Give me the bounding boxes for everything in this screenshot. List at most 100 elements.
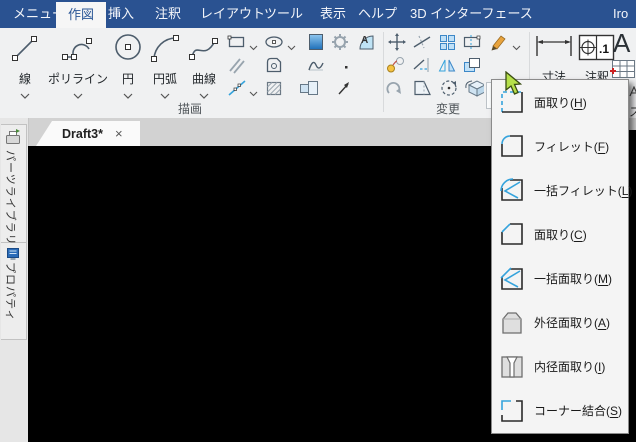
ellipse-icon: [265, 36, 283, 48]
region-icon: [266, 57, 282, 73]
offset-entities-icon: [464, 58, 480, 72]
menu-tab-3d-interface[interactable]: 3D インターフェース: [410, 0, 533, 28]
offset-tool[interactable]: [227, 55, 247, 75]
table-icon: [610, 60, 635, 78]
menu-item-fillet[interactable]: フィレット(F): [492, 124, 628, 168]
outer-chamfer-icon: [502, 312, 522, 334]
pointer-tool[interactable]: [334, 78, 354, 98]
block-tool[interactable]: [331, 32, 351, 52]
ellipse-tool[interactable]: [264, 32, 284, 52]
menu-tab-view[interactable]: 表示: [320, 0, 346, 28]
menu-tab-tools[interactable]: ツール: [264, 0, 303, 28]
region-tool[interactable]: [264, 55, 284, 75]
svg-text:A: A: [361, 35, 368, 46]
hatch-region-icon: [266, 81, 282, 96]
inner-chamfer-icon: [501, 356, 523, 378]
group-label-modify: 変更: [435, 102, 460, 116]
point-tool[interactable]: [336, 57, 356, 77]
menu-item-corner-join[interactable]: コーナー結合(S): [492, 389, 628, 433]
tool-dimension[interactable]: 寸法: [533, 32, 575, 84]
curved-arrow-icon: [386, 82, 401, 94]
spline-icon: [189, 38, 218, 60]
undo-curve-tool[interactable]: [385, 78, 405, 98]
hatch-tool[interactable]: [306, 32, 326, 52]
rotate-3d-icon: [465, 80, 484, 97]
hatch-gradient-icon: [309, 34, 323, 50]
menubar: メニュー 作図 挿入 注釈 レイアウト ツール 表示 ヘルプ 3D インターフェ…: [0, 0, 636, 28]
properties-icon: [7, 248, 19, 260]
document-tab-title: Draft3*: [62, 126, 103, 141]
tool-circle[interactable]: 円: [112, 32, 144, 105]
menu-tab-layout[interactable]: レイアウト: [200, 0, 265, 28]
mirror-tool[interactable]: [437, 55, 457, 75]
group-separator: [383, 32, 384, 112]
gear-icon: [332, 34, 348, 50]
area-icon: A: [359, 35, 374, 49]
rotate-tool[interactable]: [439, 78, 459, 98]
menu-tab-help[interactable]: ヘルプ: [358, 0, 397, 28]
parts-library-icon: [6, 129, 20, 144]
circle-icon: [115, 34, 141, 60]
area-tool[interactable]: A: [357, 32, 377, 52]
tool-spline[interactable]: 曲線: [185, 32, 223, 105]
chevron-down-icon[interactable]: [249, 84, 258, 102]
document-tab-draft3[interactable]: Draft3* ×: [36, 121, 140, 146]
taper-tool[interactable]: [412, 78, 432, 98]
corner-join-icon: [501, 400, 523, 422]
move-tool[interactable]: [387, 32, 407, 52]
chevron-down-icon[interactable]: [20, 93, 30, 100]
menu-item-chamfer-c[interactable]: 面取り(C): [492, 212, 628, 256]
menu-item-multi-fillet[interactable]: 一括フィレット(L): [492, 168, 632, 212]
chevron-down-icon[interactable]: [249, 38, 258, 56]
drawing-canvas-sliver: [628, 130, 636, 146]
application-window: メニュー 作図 挿入 注釈 レイアウト ツール 表示 ヘルプ 3D インターフェ…: [0, 0, 636, 442]
chevron-down-icon[interactable]: [123, 93, 133, 100]
sidebar-label-properties[interactable]: プロパティ: [3, 262, 19, 321]
menu-tab-overflow[interactable]: Iro: [613, 0, 628, 28]
close-icon[interactable]: ×: [115, 126, 123, 141]
menu-tab-annotate[interactable]: 注釈: [155, 0, 181, 28]
tool-arc[interactable]: 円弧: [146, 32, 184, 105]
chevron-down-icon[interactable]: [512, 38, 521, 56]
copy-tool[interactable]: [385, 55, 405, 75]
dimension-icon: [536, 36, 572, 56]
chevron-down-icon[interactable]: [160, 93, 170, 100]
edit-annotation-tool[interactable]: [488, 32, 508, 52]
menu-item-outer-chamfer[interactable]: 外径面取り(A): [492, 301, 628, 345]
stretch-tool[interactable]: [462, 32, 482, 52]
chevron-down-icon[interactable]: [73, 93, 83, 100]
curve-tool[interactable]: [306, 55, 326, 75]
copy-icon: [387, 57, 404, 73]
menu-item-inner-chamfer[interactable]: 内径面取り(I): [492, 345, 628, 389]
pattern-icon: [440, 35, 455, 50]
pattern-tool[interactable]: [437, 32, 457, 52]
menu-tab-insert[interactable]: 挿入: [108, 0, 134, 28]
solid-tool[interactable]: [298, 78, 318, 98]
text-tool-icon[interactable]: A: [613, 28, 630, 59]
offset-entities-tool[interactable]: [462, 55, 482, 75]
construction-line-tool[interactable]: [227, 78, 247, 98]
clipped-tool-icon: [629, 85, 636, 101]
menu-tab-draw-active[interactable]: 作図: [56, 2, 107, 28]
rectangle-tool[interactable]: [227, 32, 247, 52]
line-icon: [12, 36, 37, 61]
hatch-region-tool[interactable]: [264, 78, 284, 98]
move-icon: [388, 33, 406, 51]
chamfer-line-icon: [501, 223, 523, 246]
mirror-icon: [438, 59, 456, 72]
trim-tool[interactable]: [412, 32, 432, 52]
stretch-icon: [463, 35, 481, 49]
chevron-down-icon[interactable]: [287, 38, 296, 56]
chevron-down-icon[interactable]: [199, 93, 209, 100]
table-tool[interactable]: [608, 58, 636, 80]
tool-line[interactable]: 線: [6, 32, 44, 105]
pencil-icon: [491, 35, 506, 51]
taper-icon: [414, 80, 431, 96]
sidebar-label-parts-library[interactable]: パーツライブラリ: [3, 150, 19, 246]
curve-icon: [308, 61, 324, 71]
pointer-arrow-icon: [338, 82, 349, 95]
extend-tool[interactable]: [412, 55, 432, 75]
rotate-3d-tool[interactable]: [464, 78, 484, 98]
menu-item-multi-chamfer[interactable]: 一括面取り(M): [492, 257, 628, 301]
tool-polyline[interactable]: ポリライン: [47, 32, 109, 105]
